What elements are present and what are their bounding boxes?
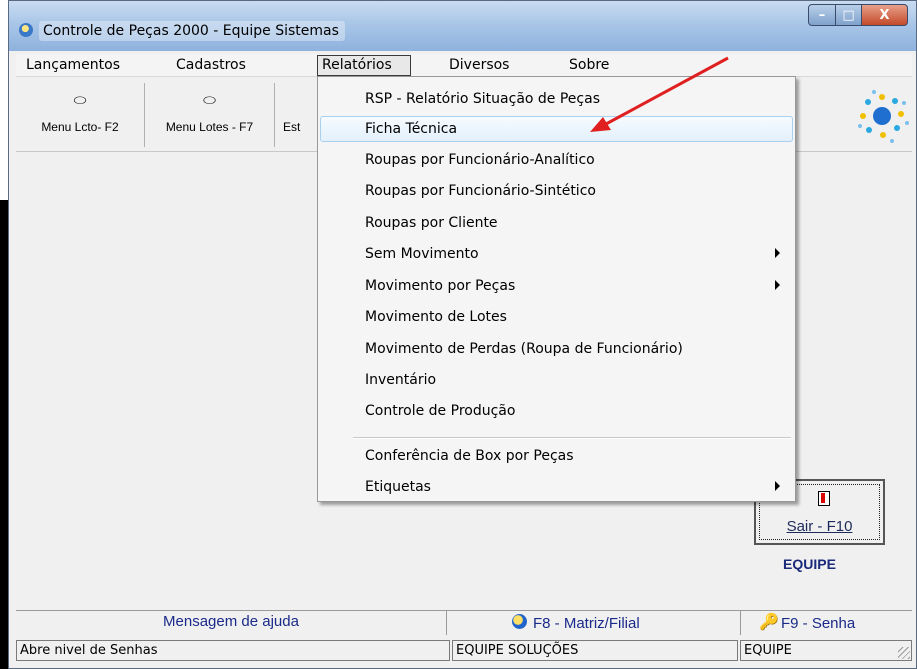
app-window: Controle de Peças 2000 - Equipe Sistemas… bbox=[8, 0, 917, 669]
caption-buttons: – □ X bbox=[808, 4, 908, 26]
window-title: Controle de Peças 2000 - Equipe Sistemas bbox=[39, 21, 345, 41]
menu-item-label: RSP - Relatório Situação de Peças bbox=[365, 91, 600, 107]
book-icon: ⬭ bbox=[73, 92, 87, 109]
brand-label: EQUIPE bbox=[783, 556, 836, 572]
resize-grip-icon[interactable] bbox=[898, 647, 910, 659]
close-button[interactable]: X bbox=[862, 4, 908, 26]
matriz-filial-label: F8 - Matriz/Filial bbox=[533, 615, 640, 632]
menu-item-etiquetas[interactable]: Etiquetas bbox=[318, 474, 795, 500]
help-message: Mensagem de ajuda bbox=[163, 613, 299, 630]
senha-label: F9 - Senha bbox=[781, 615, 856, 632]
key-icon: 🔑 bbox=[759, 614, 779, 631]
menu-lotes-button[interactable]: ⬭ Menu Lotes - F7 bbox=[145, 83, 275, 147]
menu-item-ficha-tecnica[interactable]: Ficha Técnica bbox=[318, 116, 795, 142]
menu-item-roupas-cliente[interactable]: Roupas por Cliente bbox=[318, 210, 795, 236]
title-bar[interactable]: Controle de Peças 2000 - Equipe Sistemas… bbox=[9, 1, 916, 51]
menu-cadastros[interactable]: Cadastros bbox=[176, 57, 246, 73]
menu-item-label: Roupas por Funcionário-Analítico bbox=[365, 152, 595, 168]
menu-item-label: Etiquetas bbox=[365, 479, 431, 495]
menu-lotes-label: Menu Lotes - F7 bbox=[165, 120, 254, 134]
menu-item-rsp[interactable]: RSP - Relatório Situação de Peças bbox=[318, 86, 795, 112]
menu-lancamentos[interactable]: Lançamentos bbox=[26, 57, 120, 73]
senha-button[interactable]: 🔑 F9 - Senha bbox=[740, 611, 913, 635]
menu-item-label: Movimento de Perdas (Roupa de Funcionári… bbox=[365, 341, 683, 357]
menu-diversos[interactable]: Diversos bbox=[449, 57, 509, 73]
book-icon: ⬭ bbox=[203, 92, 216, 109]
submenu-arrow-icon bbox=[775, 248, 780, 258]
status-user: EQUIPE bbox=[740, 640, 912, 661]
menu-item-label: Conferência de Box por Peças bbox=[365, 448, 574, 464]
menu-item-roupas-analitico[interactable]: Roupas por Funcionário-Analítico bbox=[318, 147, 795, 173]
equipe-logo-icon bbox=[858, 90, 909, 143]
menu-bar: Lançamentos Cadastros Relatórios Diverso… bbox=[16, 54, 912, 77]
menu-item-roupas-sintetico[interactable]: Roupas por Funcionário-Sintético bbox=[318, 178, 795, 204]
menu-item-label: Inventário bbox=[365, 372, 437, 388]
globe-icon bbox=[512, 614, 527, 629]
menu-item-inventario[interactable]: Inventário bbox=[318, 367, 795, 393]
submenu-arrow-icon bbox=[775, 280, 780, 290]
app-icon bbox=[19, 23, 33, 37]
menu-item-sem-movimento[interactable]: Sem Movimento bbox=[318, 241, 795, 267]
menu-lcto-button[interactable]: ⬭ Menu Lcto- F2 bbox=[16, 83, 145, 147]
menu-item-label: Ficha Técnica bbox=[365, 121, 458, 137]
exit-label: Sair - F10 bbox=[786, 518, 853, 535]
status-hint: Abre nivel de Senhas bbox=[16, 640, 450, 661]
menu-item-movimento-perdas[interactable]: Movimento de Perdas (Roupa de Funcionári… bbox=[318, 336, 795, 362]
menu-item-label: Movimento de Lotes bbox=[365, 309, 507, 325]
menu-lcto-label: Menu Lcto- F2 bbox=[41, 120, 119, 134]
door-icon bbox=[818, 491, 830, 506]
menu-item-controle-producao[interactable]: Controle de Produção bbox=[318, 398, 795, 424]
status-company: EQUIPE SOLUÇÕES bbox=[452, 640, 738, 661]
submenu-arrow-icon bbox=[775, 481, 780, 491]
menu-item-conferencia-box[interactable]: Conferência de Box por Peças bbox=[318, 443, 795, 469]
maximize-button[interactable]: □ bbox=[836, 4, 862, 26]
menu-item-movimento-pecas[interactable]: Movimento por Peças bbox=[318, 273, 795, 299]
matriz-filial-button[interactable]: F8 - Matriz/Filial bbox=[446, 611, 741, 635]
menu-item-label: Roupas por Cliente bbox=[365, 215, 498, 231]
menu-separator bbox=[353, 437, 791, 439]
menu-item-label: Sem Movimento bbox=[365, 246, 479, 262]
help-bar: Mensagem de ajuda F8 - Matriz/Filial 🔑 F… bbox=[16, 610, 912, 635]
relatorios-dropdown-menu: RSP - Relatório Situação de Peças Ficha … bbox=[317, 76, 796, 502]
menu-relatorios[interactable]: Relatórios bbox=[317, 55, 411, 76]
menu-sobre[interactable]: Sobre bbox=[569, 57, 609, 73]
menu-item-label: Controle de Produção bbox=[365, 403, 516, 419]
blank-icon bbox=[299, 93, 319, 109]
menu-item-label: Movimento por Peças bbox=[365, 278, 516, 294]
menu-item-label: Roupas por Funcionário-Sintético bbox=[365, 183, 596, 199]
menu-item-movimento-lotes[interactable]: Movimento de Lotes bbox=[318, 304, 795, 330]
minimize-button[interactable]: – bbox=[808, 4, 836, 26]
status-bar: Abre nivel de Senhas EQUIPE SOLUÇÕES EQU… bbox=[16, 640, 912, 662]
